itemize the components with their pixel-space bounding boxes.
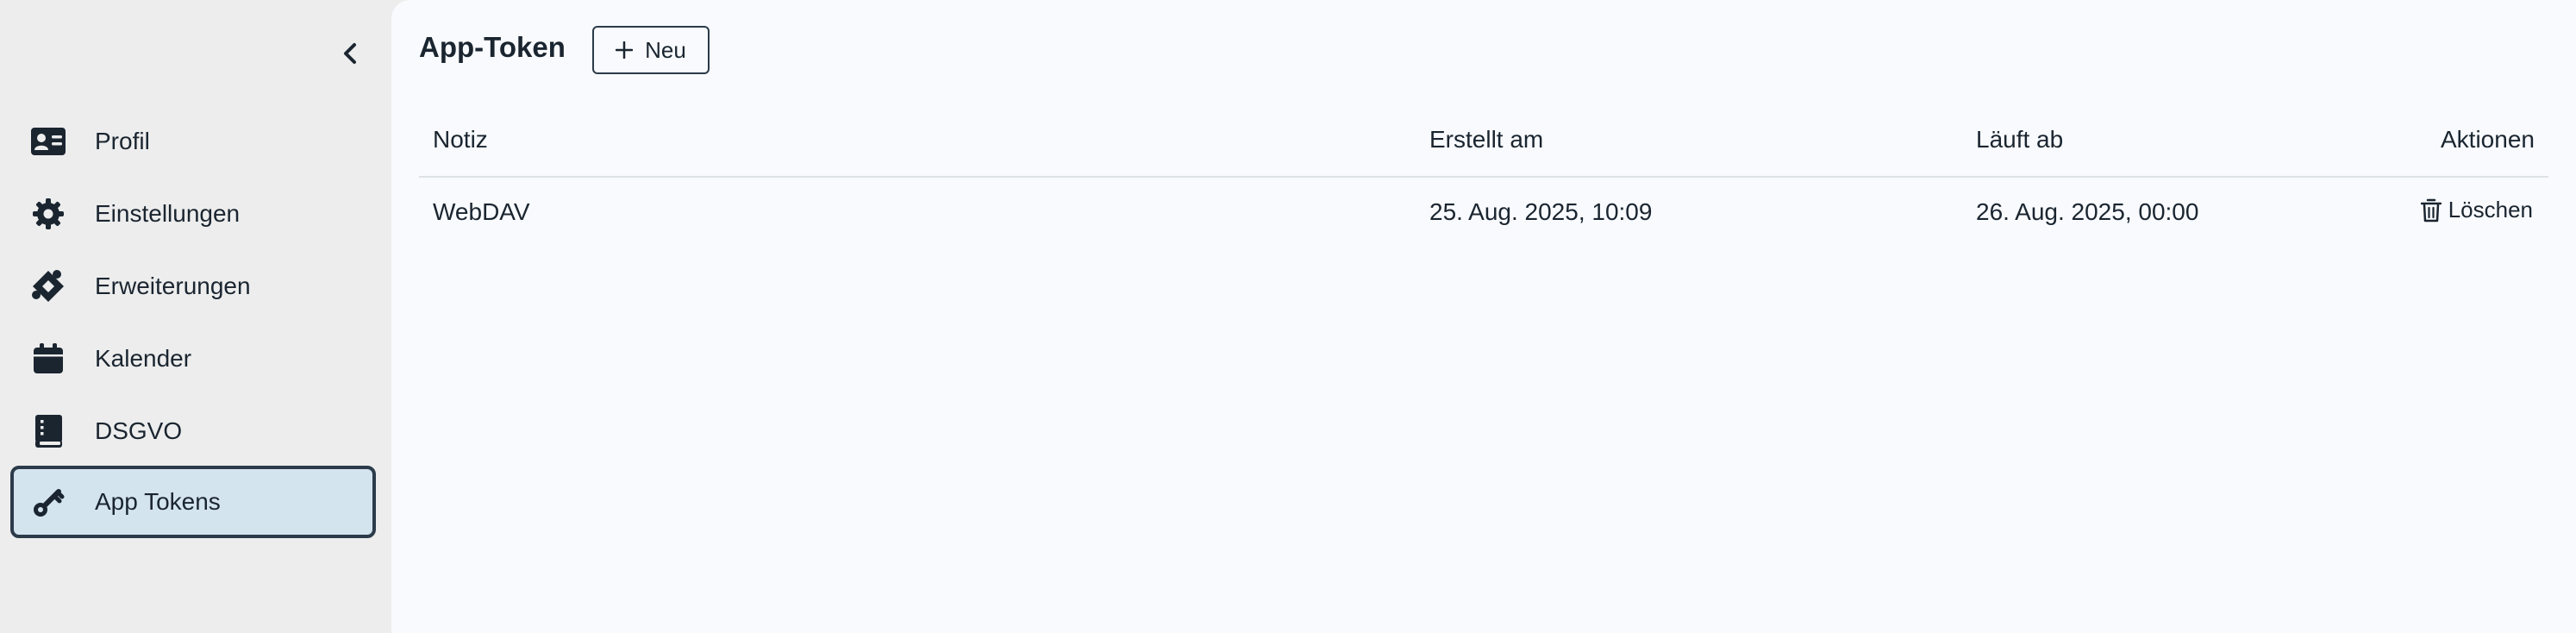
sidebar-item-kalender[interactable]: Kalender [10,323,376,395]
token-created-at: 25. Aug. 2025, 10:09 [1429,198,1653,225]
delete-token-label: Löschen [2448,197,2533,222]
page-title: App-Token [419,31,566,63]
sidebar-item-label: Profil [95,128,150,154]
new-token-button[interactable]: Neu [592,26,710,74]
main-content: App-Token Neu Notiz Erstellt am Läuft ab… [391,0,2576,633]
puzzle-icon [31,269,66,304]
column-header-laeuft-ab[interactable]: Läuft ab [1976,126,2063,154]
collapse-sidebar-button[interactable] [335,38,366,69]
key-icon [31,485,66,519]
sidebar-item-label: Einstellungen [95,200,241,227]
sidebar-item-profil[interactable]: Profil [10,105,376,178]
column-header-erstellt-am[interactable]: Erstellt am [1429,126,1543,154]
sidebar-item-erweiterungen[interactable]: Erweiterungen [10,250,376,323]
column-header-aktionen: Aktionen [2441,126,2535,153]
gear-icon [31,197,66,231]
sidebar-item-label: App Tokens [95,488,221,515]
new-token-button-label: Neu [645,36,686,63]
chevron-left-icon [344,43,356,64]
sidebar-item-app-tokens[interactable]: App Tokens [10,466,376,538]
sidebar-item-label: DSGVO [95,417,183,444]
table-header: Notiz Erstellt am Läuft ab Aktionen [419,103,2548,178]
id-card-icon [31,124,66,159]
sidebar-item-dsgvo[interactable]: DSGVO [10,395,376,467]
plus-icon [616,41,634,59]
app-token-table: Notiz Erstellt am Läuft ab Aktionen WebD… [419,103,2548,225]
trash-icon [2420,198,2442,222]
token-note: WebDAV [433,198,530,225]
column-header-notiz[interactable]: Notiz [433,126,488,154]
sidebar-item-label: Erweiterungen [95,273,251,299]
calendar-icon [31,342,66,376]
sidebar-item-einstellungen[interactable]: Einstellungen [10,178,376,250]
delete-token-button[interactable]: Löschen [2420,197,2533,223]
sidebar: Profil Einstellungen Erweiterungen Kalen… [0,0,391,633]
book-icon [31,414,66,448]
sidebar-item-label: Kalender [95,345,192,372]
token-expires-at: 26. Aug. 2025, 00:00 [1976,198,2199,225]
